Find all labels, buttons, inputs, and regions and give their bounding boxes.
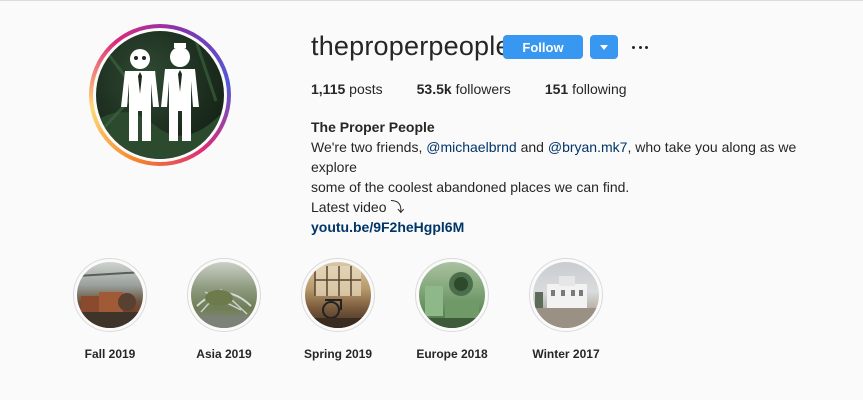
highlight-label: Spring 2019 bbox=[303, 347, 373, 361]
bio-line-1: We're two friends, @michaelbrnd and @bry… bbox=[311, 139, 797, 175]
follow-button[interactable]: Follow bbox=[503, 35, 583, 59]
followers-stat[interactable]: 53.5k followers bbox=[417, 81, 511, 97]
highlight-label: Europe 2018 bbox=[416, 347, 488, 361]
following-count: 151 bbox=[544, 81, 569, 97]
chevron-down-icon bbox=[600, 44, 608, 50]
two-figures-logo-icon bbox=[96, 40, 224, 159]
followers-label: followers bbox=[455, 81, 511, 97]
highlight-thumbnail bbox=[305, 262, 371, 328]
suggestions-dropdown-button[interactable] bbox=[590, 35, 618, 59]
posts-stat: 1,115 posts bbox=[311, 81, 383, 97]
highlight-asia-2019[interactable]: Asia 2019 bbox=[167, 258, 281, 361]
highlight-thumbnail bbox=[419, 262, 485, 328]
highlight-label: Winter 2017 bbox=[532, 347, 600, 361]
profile-full-name: The Proper People bbox=[311, 119, 435, 135]
followers-count: 53.5k bbox=[416, 81, 452, 97]
bio-line-3: Latest video ⤵ bbox=[311, 199, 405, 215]
profile-avatar[interactable] bbox=[89, 24, 231, 166]
highlight-winter-2017[interactable]: Winter 2017 bbox=[509, 258, 623, 361]
mention-link-michaelbrnd[interactable]: @michaelbrnd bbox=[426, 139, 516, 155]
highlight-spring-2019[interactable]: Spring 2019 bbox=[281, 258, 395, 361]
highlight-label: Fall 2019 bbox=[84, 347, 136, 361]
more-options-icon[interactable] bbox=[630, 37, 650, 57]
profile-stats: 1,115 posts 53.5k followers 151 followin… bbox=[311, 81, 661, 97]
profile-username: theproperpeople bbox=[311, 31, 511, 61]
highlight-fall-2019[interactable]: Fall 2019 bbox=[53, 258, 167, 361]
highlight-thumbnail bbox=[533, 262, 599, 328]
posts-count: 1,115 bbox=[311, 81, 346, 97]
following-label: following bbox=[572, 81, 627, 97]
highlight-label: Asia 2019 bbox=[196, 347, 252, 361]
profile-bio: The Proper People We're two friends, @mi… bbox=[311, 117, 841, 237]
posts-label: posts bbox=[349, 81, 383, 97]
highlight-europe-2018[interactable]: Europe 2018 bbox=[395, 258, 509, 361]
story-highlights: Fall 2019 Asia 2019 Spring 2019 Europe 2… bbox=[53, 258, 623, 361]
highlight-thumbnail bbox=[191, 262, 257, 328]
following-stat[interactable]: 151 following bbox=[545, 81, 627, 97]
bio-line-2: some of the coolest abandoned places we … bbox=[311, 179, 630, 195]
bio-external-link[interactable]: youtu.be/9F2heHgpl6M bbox=[311, 217, 841, 237]
mention-link-bryan[interactable]: @bryan.mk7 bbox=[548, 139, 628, 155]
avatar-image bbox=[96, 31, 224, 159]
top-border bbox=[0, 0, 863, 1]
highlight-thumbnail bbox=[77, 262, 143, 328]
